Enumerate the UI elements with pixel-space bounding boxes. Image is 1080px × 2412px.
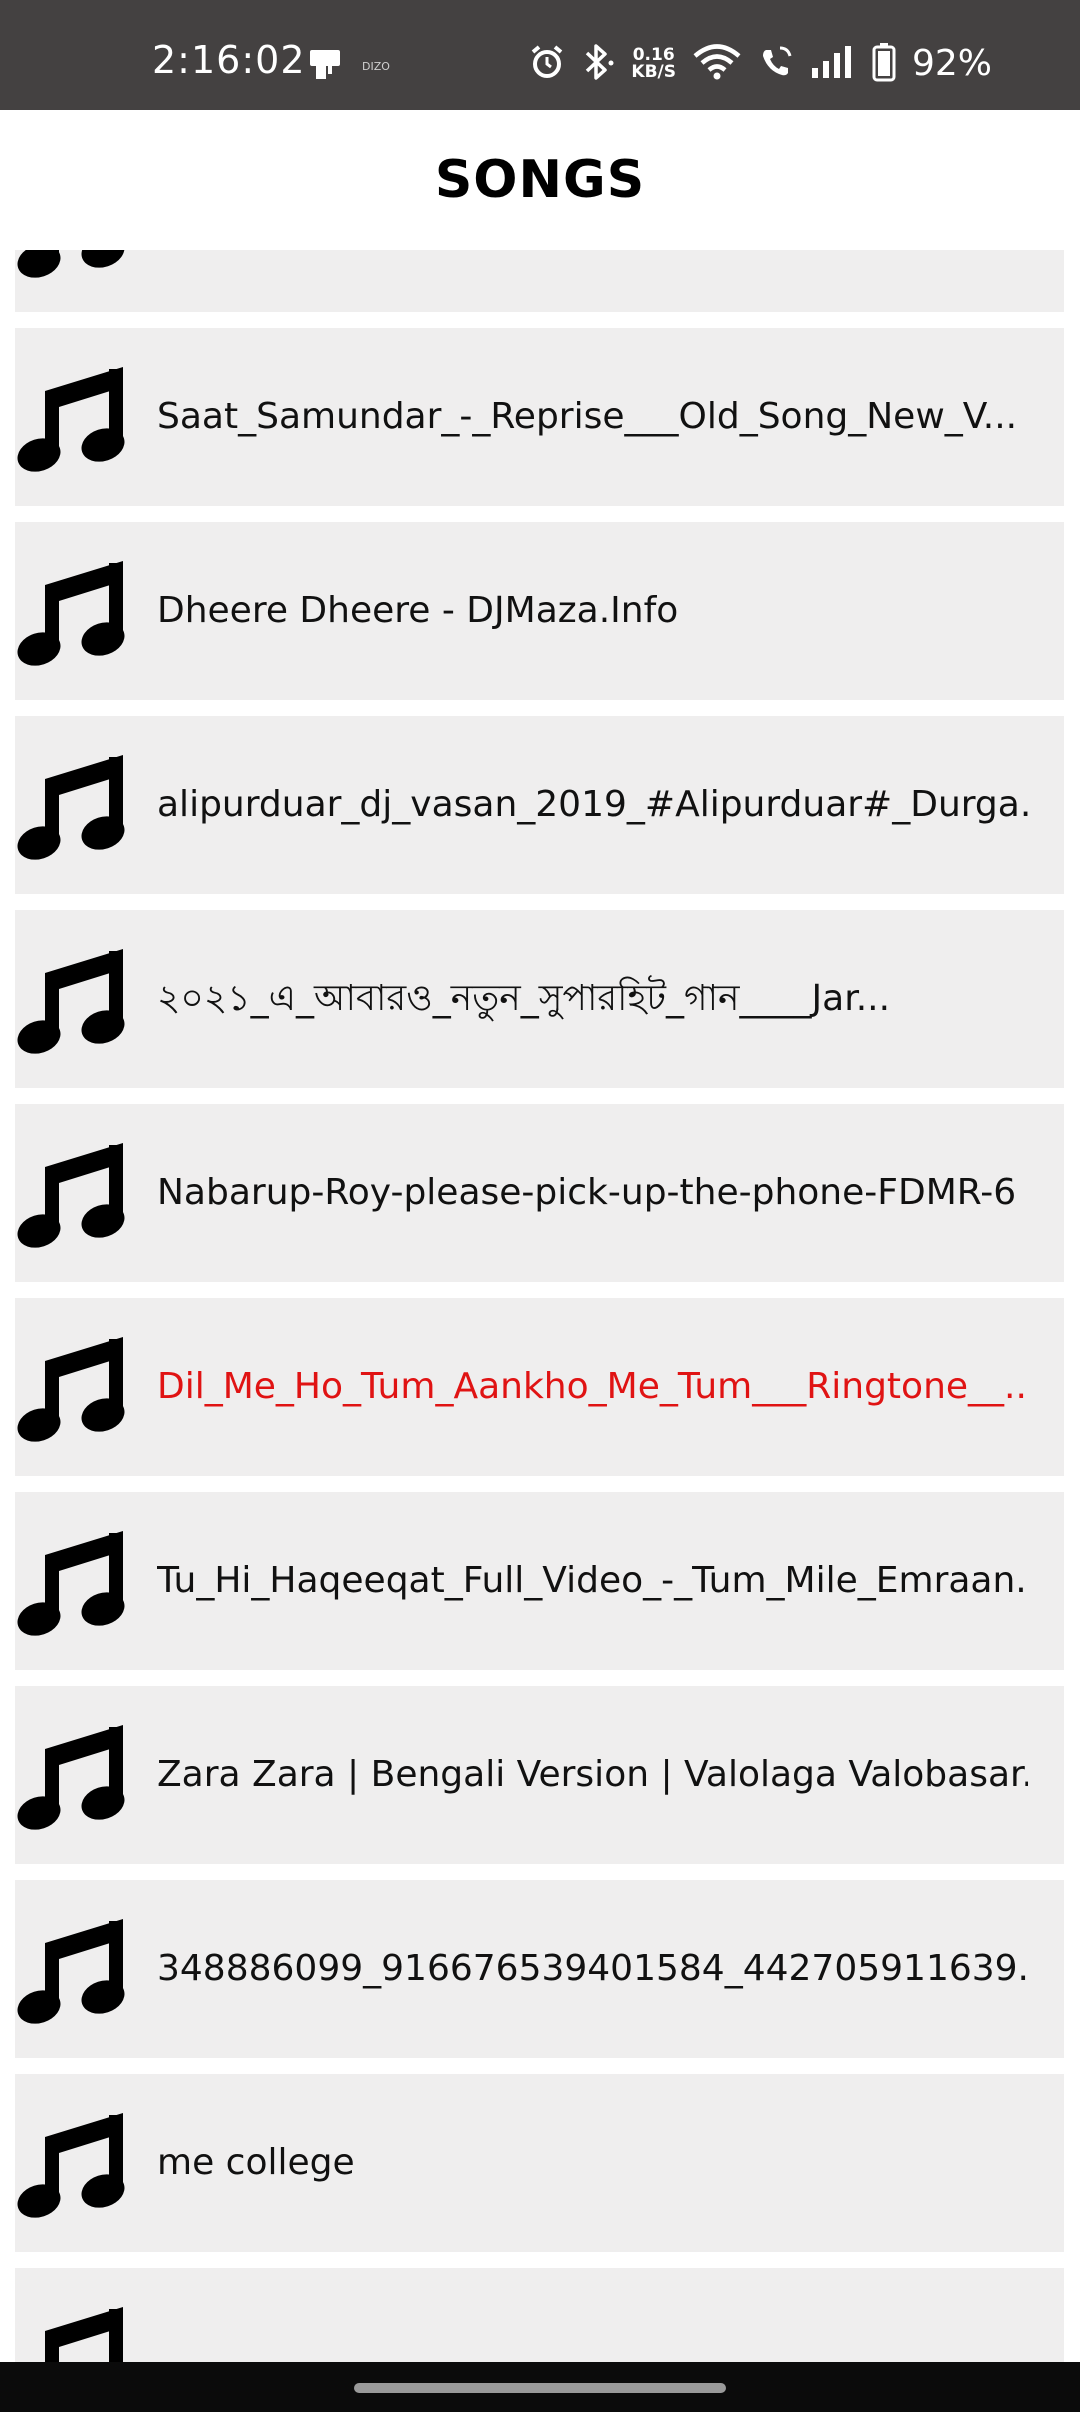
song-list-item[interactable]: Dheere Dheere - DJMaza.Info	[15, 522, 1064, 700]
status-bar: 2:16:02 DIZO 0.16 KB/S 92%	[0, 0, 1080, 110]
song-title: alipurduar_dj_vasan_2019_#Alipurduar#_Du…	[157, 784, 1028, 825]
brand-badge: DIZO	[362, 59, 390, 73]
song-list-item[interactable]: Video__Mast_Nazron_Se___Rochak_K_ft_Jubi…	[15, 250, 1064, 312]
status-right-icons: 0.16 KB/S 92%	[529, 42, 992, 86]
song-list-item[interactable]: Zara Zara | Bengali Version | Valolaga V…	[15, 1686, 1064, 1864]
song-list-item[interactable]: Tu_Hi_Haqeeqat_Full_Video_-_Tum_Mile_Emr…	[15, 1492, 1064, 1670]
music-note-icon	[15, 1913, 127, 2025]
wifi-calling-icon	[758, 44, 794, 84]
app-header: SONGS	[0, 110, 1080, 250]
battery-icon	[872, 42, 896, 86]
song-title: 348886099_916676539401584_442705911639..…	[157, 1948, 1028, 1989]
bluetooth-icon	[581, 43, 615, 85]
song-list-item[interactable]	[15, 2268, 1064, 2362]
music-note-icon	[15, 1137, 127, 1249]
song-title: ২০২১_এ_আবারও_নতুন_সুপারহিট_গান____Jar...	[157, 978, 891, 1019]
song-list[interactable]: Video__Mast_Nazron_Se___Rochak_K_ft_Jubi…	[0, 250, 1080, 2362]
song-list-item[interactable]: Dil_Me_Ho_Tum_Aankho_Me_Tum___Ringtone__…	[15, 1298, 1064, 1476]
music-note-icon	[15, 2107, 127, 2219]
music-note-icon	[15, 555, 127, 667]
music-note-icon	[15, 1525, 127, 1637]
song-list-content: Video__Mast_Nazron_Se___Rochak_K_ft_Jubi…	[0, 250, 1080, 2362]
song-title: Saat_Samundar_-_Reprise___Old_Song_New_V…	[157, 396, 1018, 437]
notification-icon	[308, 48, 342, 84]
song-list-item[interactable]: 348886099_916676539401584_442705911639..…	[15, 1880, 1064, 2058]
song-title: Video__Mast_Nazron_Se___Rochak_K_ft_Jubi…	[157, 250, 1028, 312]
song-title: Dheere Dheere - DJMaza.Info	[157, 590, 679, 631]
status-time: 2:16:02	[152, 38, 306, 82]
alarm-icon	[529, 44, 565, 84]
wifi-icon	[692, 43, 742, 85]
music-note-icon	[15, 361, 127, 473]
home-gesture-handle[interactable]	[354, 2383, 726, 2393]
song-title: Nabarup-Roy-please-pick-up-the-phone-FDM…	[157, 1172, 1017, 1213]
page-title: SONGS	[434, 150, 646, 210]
song-title: Zara Zara | Bengali Version | Valolaga V…	[157, 1754, 1028, 1795]
music-note-icon	[15, 1719, 127, 1831]
song-title: Dil_Me_Ho_Tum_Aankho_Me_Tum___Ringtone__…	[157, 1366, 1028, 1407]
signal-icon	[810, 44, 856, 84]
song-list-item[interactable]: me college	[15, 2074, 1064, 2252]
song-title	[157, 2268, 1028, 2362]
music-note-icon	[15, 1331, 127, 1443]
music-note-icon	[15, 943, 127, 1055]
net-speed: 0.16 KB/S	[631, 47, 676, 81]
music-note-icon	[15, 749, 127, 861]
music-note-icon	[15, 250, 127, 279]
battery-percentage: 92%	[911, 43, 992, 84]
song-list-item[interactable]: Nabarup-Roy-please-pick-up-the-phone-FDM…	[15, 1104, 1064, 1282]
song-list-item[interactable]: alipurduar_dj_vasan_2019_#Alipurduar#_Du…	[15, 716, 1064, 894]
navigation-bar	[0, 2362, 1080, 2412]
music-note-icon	[15, 2301, 127, 2362]
song-list-item[interactable]: ২০২১_এ_আবারও_নতুন_সুপারহিট_গান____Jar...	[15, 910, 1064, 1088]
status-left-icons: DIZO	[308, 48, 390, 84]
net-speed-unit: KB/S	[631, 62, 676, 82]
song-list-item[interactable]: Saat_Samundar_-_Reprise___Old_Song_New_V…	[15, 328, 1064, 506]
song-title: me college	[157, 2142, 355, 2183]
screen: 2:16:02 DIZO 0.16 KB/S 92% SONGS Saat_Sa…	[0, 0, 1080, 2412]
song-title: Tu_Hi_Haqeeqat_Full_Video_-_Tum_Mile_Emr…	[157, 1560, 1028, 1601]
